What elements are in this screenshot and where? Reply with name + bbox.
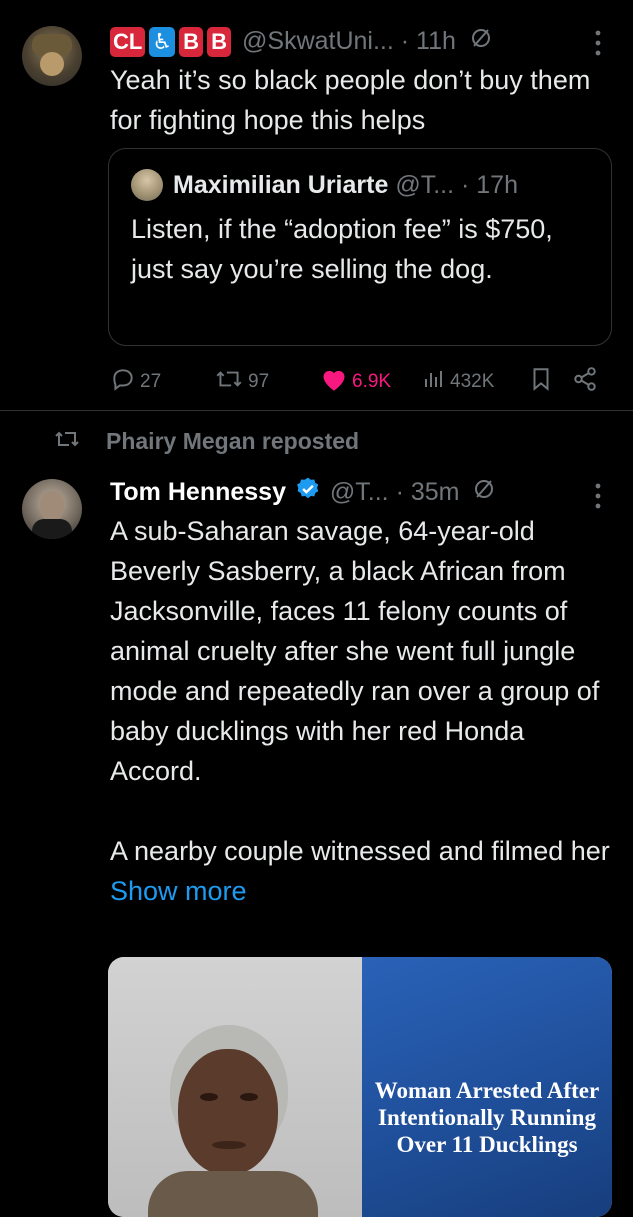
no-reply-icon-2 [472, 476, 496, 510]
tweet-2-paragraph-2-text: A nearby couple witnessed and filmed her [110, 836, 610, 866]
views-count: 432K [450, 371, 495, 392]
media-headline-panel: Woman Arrested After Intentionally Runni… [362, 957, 612, 1217]
quoted-tweet[interactable]: Maximilian Uriarte @T... · 17h Listen, i… [108, 148, 612, 346]
more-options-icon[interactable] [592, 28, 604, 63]
heart-icon [320, 366, 352, 398]
tweet-2[interactable]: Phairy Megan reposted Tom Hennessy @T...… [0, 411, 633, 1217]
tweet-2-paragraph-2: A nearby couple witnessed and filmed her… [110, 831, 615, 911]
show-more-link[interactable]: Show more [110, 876, 247, 906]
bookmark-button[interactable] [530, 366, 556, 398]
tweet-2-paragraph-1: A sub-Saharan savage, 64-year-old Beverl… [110, 516, 600, 786]
tweet-1-text: Yeah it’s so black people don’t buy them… [110, 65, 591, 135]
share-button[interactable] [572, 366, 602, 398]
views-icon [422, 366, 450, 398]
reply-button[interactable]: 27 [110, 366, 161, 398]
quote-time: · 17h [460, 171, 518, 199]
reply-count: 27 [140, 371, 162, 392]
bookmark-icon [530, 366, 556, 398]
share-icon [572, 366, 602, 398]
repost-icon [214, 366, 248, 398]
tweet-2-media[interactable]: Woman Arrested After Intentionally Runni… [108, 957, 612, 1217]
quote-handle[interactable]: @T... [395, 171, 454, 199]
tweet-1-header: CL ♿ B B @SkwatUni... · 11h [110, 24, 493, 59]
like-count: 6.9K [352, 371, 392, 392]
tweet-2-text: A sub-Saharan savage, 64-year-old Beverl… [110, 511, 615, 911]
tweet-1[interactable]: CL ♿ B B @SkwatUni... · 11h Yeah it’s so bl… [0, 0, 633, 410]
mugshot-image [108, 957, 362, 1217]
quote-avatar [131, 169, 163, 201]
tweet-1-actions: 27 97 6.9K 432K [110, 364, 610, 396]
reply-icon [110, 366, 140, 398]
tweet-2-time[interactable]: · 35m [396, 478, 460, 506]
tweet-1-handle[interactable]: @SkwatUni... [242, 27, 394, 55]
tweet-2-handle[interactable]: @T... [330, 478, 389, 506]
verified-icon [295, 476, 321, 511]
repost-label[interactable]: Phairy Megan reposted [106, 428, 359, 455]
repost-count: 97 [248, 371, 270, 392]
media-caption: Woman Arrested After Intentionally Runni… [374, 1078, 600, 1157]
badge-b-1: B [179, 27, 204, 58]
repost-indicator: Phairy Megan reposted [52, 427, 359, 456]
tweet-1-time[interactable]: · 11h [401, 27, 456, 55]
like-button[interactable]: 6.9K [320, 366, 391, 398]
repost-button[interactable]: 97 [214, 366, 269, 398]
repost-icon-small [52, 427, 82, 456]
no-reply-icon [469, 25, 493, 59]
avatar-tweet-1[interactable] [22, 26, 82, 86]
badge-b-2: B [207, 27, 232, 58]
views-button[interactable]: 432K [422, 366, 494, 398]
quote-text: Listen, if the “adoption fee” is $750, j… [131, 214, 553, 284]
tweet-2-author-name[interactable]: Tom Hennessy [110, 478, 286, 506]
tweet-2-header: Tom Hennessy @T... · 35m [110, 475, 496, 511]
badge-accessibility: ♿ [149, 27, 176, 58]
quote-author-name[interactable]: Maximilian Uriarte [173, 171, 388, 199]
badge-cl: CL [110, 27, 146, 58]
avatar-tweet-2[interactable] [22, 479, 82, 539]
